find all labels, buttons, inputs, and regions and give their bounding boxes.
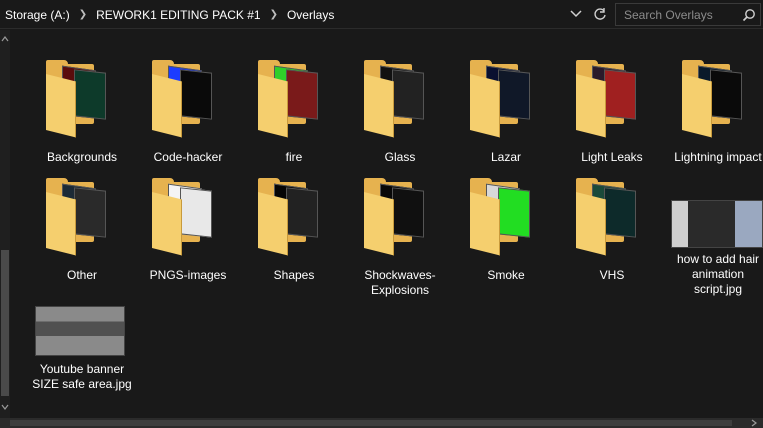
horizontal-scrollbar[interactable] [0, 418, 763, 428]
search-box[interactable]: Search Overlays [615, 3, 761, 26]
scroll-right-icon[interactable] [748, 418, 760, 428]
folder-preview [604, 69, 636, 120]
folder-icon [32, 162, 132, 262]
folder-label: Lightning impact [674, 150, 762, 164]
scroll-up-icon[interactable] [0, 34, 10, 44]
folder-front [576, 74, 606, 138]
scroll-down-icon[interactable] [0, 402, 10, 412]
folder-icon [244, 44, 344, 144]
folder-icon [456, 162, 556, 262]
file-label: Youtube banner SIZE safe area.jpg [32, 362, 132, 391]
breadcrumb-item-pack[interactable]: REWORK1 EDITING PACK #1 [93, 8, 263, 22]
folder-front [364, 74, 394, 138]
chevron-down-icon [570, 10, 582, 18]
folder-preview [498, 187, 530, 238]
folder-front [152, 192, 182, 256]
search-input[interactable]: Search Overlays [616, 8, 738, 22]
image-thumbnail [35, 306, 125, 356]
horizontal-scroll-thumb[interactable] [10, 420, 732, 426]
folder-front [152, 74, 182, 138]
folder-front [364, 192, 394, 256]
address-bar: Storage (A:) ❯ REWORK1 EDITING PACK #1 ❯… [0, 0, 763, 29]
refresh-button[interactable] [590, 4, 610, 24]
folder-preview [74, 69, 106, 120]
folder-preview [392, 187, 424, 238]
folder-preview [180, 187, 212, 238]
folder-label: Other [66, 268, 97, 282]
folder-front [46, 74, 76, 138]
folder-preview [604, 187, 636, 238]
image-thumbnail [671, 200, 763, 248]
folder-preview [286, 69, 318, 120]
folder-front [470, 74, 500, 138]
folder-icon [668, 44, 763, 144]
refresh-icon [594, 8, 606, 20]
folder-preview [392, 69, 424, 120]
folder-icon [138, 162, 238, 262]
folder-icon [456, 44, 556, 144]
folder-icon [244, 162, 344, 262]
folder-label: PNGS-images [149, 268, 227, 282]
folder-preview [710, 69, 742, 120]
folder-icon [562, 162, 662, 262]
folder-label: VHS [599, 268, 625, 282]
vertical-scrollbar[interactable] [0, 30, 10, 418]
folder-front [470, 192, 500, 256]
folder-front [576, 192, 606, 256]
folder-label: Shockwaves-Explosions [364, 268, 436, 297]
folder-icon [138, 44, 238, 144]
folder-front [258, 192, 288, 256]
breadcrumb-separator-icon[interactable]: ❯ [264, 9, 284, 20]
breadcrumb: Storage (A:) ❯ REWORK1 EDITING PACK #1 ❯… [0, 0, 608, 29]
folder-label: Shapes [273, 268, 315, 282]
folder-icon [32, 44, 132, 144]
file-view[interactable]: Backgrounds Code-hacker fire Glass Lazar Ligh… [0, 30, 763, 418]
folder-front [46, 192, 76, 256]
vertical-scroll-thumb[interactable] [1, 250, 9, 396]
folder-icon [350, 44, 450, 144]
search-icon[interactable] [738, 4, 760, 26]
folder-label: Smoke [487, 268, 525, 282]
folder-front [682, 74, 712, 138]
breadcrumb-item-overlays[interactable]: Overlays [284, 8, 337, 22]
folder-front [258, 74, 288, 138]
folder-icon [562, 44, 662, 144]
folder-preview [286, 187, 318, 238]
folder-preview [498, 69, 530, 120]
breadcrumb-separator-icon[interactable]: ❯ [73, 9, 93, 20]
address-dropdown-button[interactable] [566, 4, 586, 24]
breadcrumb-item-storage[interactable]: Storage (A:) [2, 8, 73, 22]
file-label: how to add hair animation script.jpg [676, 252, 760, 296]
folder-icon [350, 162, 450, 262]
folder-preview [180, 69, 212, 120]
folder-preview [74, 187, 106, 238]
